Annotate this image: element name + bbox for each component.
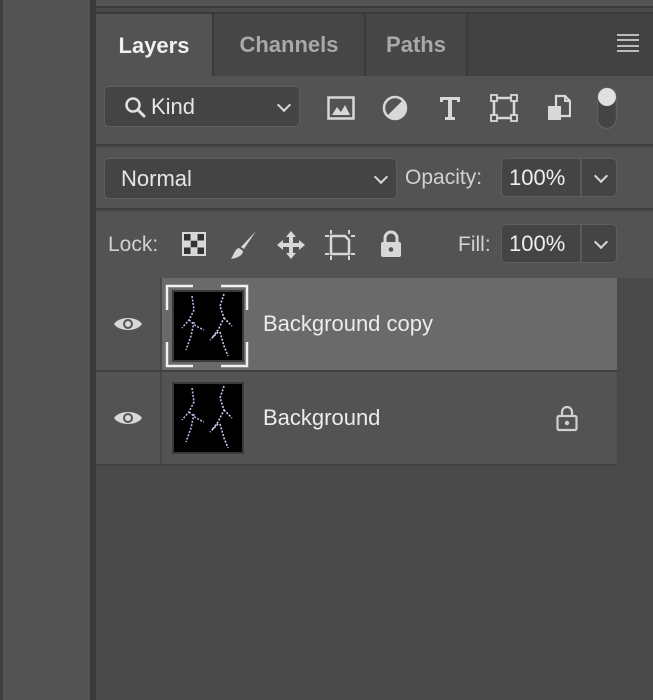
chevron-down-icon xyxy=(373,169,389,184)
tab-layers[interactable]: Layers xyxy=(96,14,214,78)
upper-panel-edge xyxy=(96,0,653,8)
tab-channels[interactable]: Channels xyxy=(214,14,366,76)
blend-mode-dropdown[interactable]: Normal xyxy=(104,158,397,199)
blend-row: Normal Opacity: 100% xyxy=(96,148,653,210)
layer-row[interactable]: Background copy xyxy=(96,278,617,372)
hamburger-menu-icon[interactable] xyxy=(617,34,639,52)
tab-paths[interactable]: Paths xyxy=(366,14,468,76)
filter-kind-label: Kind xyxy=(151,93,196,119)
image-filter-icon[interactable] xyxy=(326,94,356,122)
layer-name[interactable]: Background copy xyxy=(263,311,433,337)
lock-artboard-icon[interactable] xyxy=(324,229,356,261)
shape-filter-icon[interactable] xyxy=(489,93,519,123)
filter-toggle-icon[interactable] xyxy=(596,86,618,130)
lock-row: Lock: Fill: 100% xyxy=(96,212,653,278)
adjustment-filter-icon[interactable] xyxy=(381,94,409,122)
lock-transparent-pixels-icon[interactable] xyxy=(180,230,208,258)
blend-mode-value: Normal xyxy=(121,165,192,191)
filter-row: Kind xyxy=(96,76,653,146)
layer-name[interactable]: Background xyxy=(263,405,380,431)
filter-kind-dropdown[interactable]: Kind xyxy=(104,86,300,127)
opacity-dropdown-button[interactable] xyxy=(582,159,616,196)
layer-content[interactable]: Background copy xyxy=(162,278,617,370)
layer-lock-icon[interactable] xyxy=(555,404,579,432)
fill-label: Fill: xyxy=(458,233,491,256)
lightning-thumbnail-image xyxy=(181,385,233,449)
layer-thumbnail xyxy=(172,382,244,454)
opacity-field[interactable]: 100% xyxy=(501,158,617,197)
lock-position-icon[interactable] xyxy=(275,229,307,261)
eye-icon xyxy=(114,412,142,424)
visibility-toggle[interactable] xyxy=(96,372,162,464)
smart-object-filter-icon[interactable] xyxy=(545,93,573,123)
chevron-down-icon xyxy=(593,234,609,249)
lock-label: Lock: xyxy=(108,233,159,256)
lock-image-pixels-icon[interactable] xyxy=(228,228,260,262)
lightning-thumbnail-image xyxy=(181,293,233,357)
chevron-down-icon xyxy=(276,97,292,112)
fill-field[interactable]: 100% xyxy=(501,224,617,263)
chevron-down-icon xyxy=(593,168,609,183)
fill-dropdown-button[interactable] xyxy=(582,225,616,262)
layers-panel: Layers Channels Paths Kind Normal Opacit… xyxy=(96,12,653,700)
eye-icon xyxy=(114,318,142,330)
layer-row[interactable]: Background xyxy=(96,372,617,466)
left-dock-strip xyxy=(0,0,90,700)
fill-value[interactable]: 100% xyxy=(502,225,582,262)
panel-tab-bar: Layers Channels Paths xyxy=(96,12,653,78)
visibility-toggle[interactable] xyxy=(96,278,162,370)
opacity-label: Opacity: xyxy=(405,166,483,189)
layers-list: Background copy Background xyxy=(96,278,617,466)
layer-thumbnail xyxy=(172,290,244,362)
lock-all-icon[interactable] xyxy=(377,228,405,260)
opacity-value[interactable]: 100% xyxy=(502,159,582,196)
layer-content[interactable]: Background xyxy=(162,372,617,464)
type-filter-icon[interactable] xyxy=(436,94,464,122)
search-icon xyxy=(125,96,146,117)
